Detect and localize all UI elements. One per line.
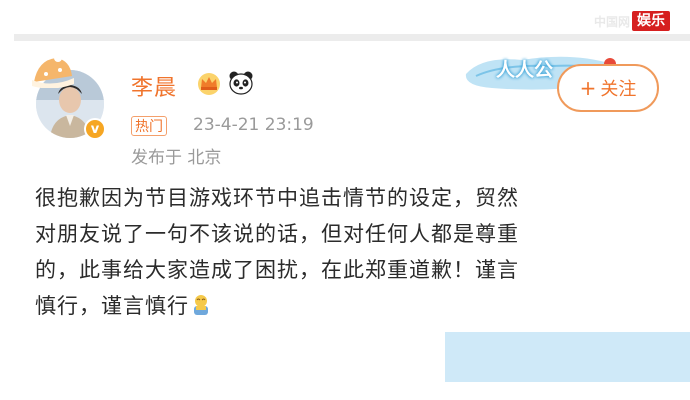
watermark-faded-text: 中国网 — [594, 14, 631, 29]
follow-label: 关注 — [600, 79, 637, 100]
follow-button[interactable]: + 关注 — [557, 64, 659, 112]
hot-tag: 热门 — [131, 116, 167, 136]
hat-icon — [32, 54, 74, 88]
post-timestamp: 23-4-21 23:19 — [193, 115, 314, 135]
post-line: 很抱歉因为节目游戏环节中追击情节的设定，贸然 — [35, 186, 519, 210]
top-strip — [0, 0, 690, 38]
post-line: 对朋友说了一句不该说的话，但对任何人都是尊重 — [35, 222, 519, 246]
post-body: 很抱歉因为节目游戏环节中追击情节的设定，贸然 对朋友说了一句不该说的话，但对任何… — [35, 180, 645, 324]
username[interactable]: 李晨 — [131, 70, 177, 102]
watermark-badge: 娱乐 — [632, 11, 671, 31]
post-location: 发布于 北京 — [131, 148, 222, 168]
user-avatar[interactable]: v — [32, 54, 116, 140]
top-divider — [14, 34, 690, 41]
post-line-last: 慎行，谨言慎行 — [35, 288, 645, 324]
verified-badge-icon: v — [84, 118, 106, 140]
post-line: 的，此事给大家造成了困扰，在此郑重道歉！谨言 — [35, 258, 519, 282]
plus-icon: + — [579, 76, 597, 100]
watermark-logo: 中国网 娱乐 — [594, 11, 671, 31]
post-line-text: 慎行，谨言慎行 — [35, 294, 189, 318]
panda-icon — [229, 71, 253, 95]
promo-text: 人人公 — [496, 59, 554, 81]
highlight-box — [445, 332, 690, 382]
bowing-emoji-icon — [194, 295, 208, 315]
crown-icon — [198, 73, 220, 95]
